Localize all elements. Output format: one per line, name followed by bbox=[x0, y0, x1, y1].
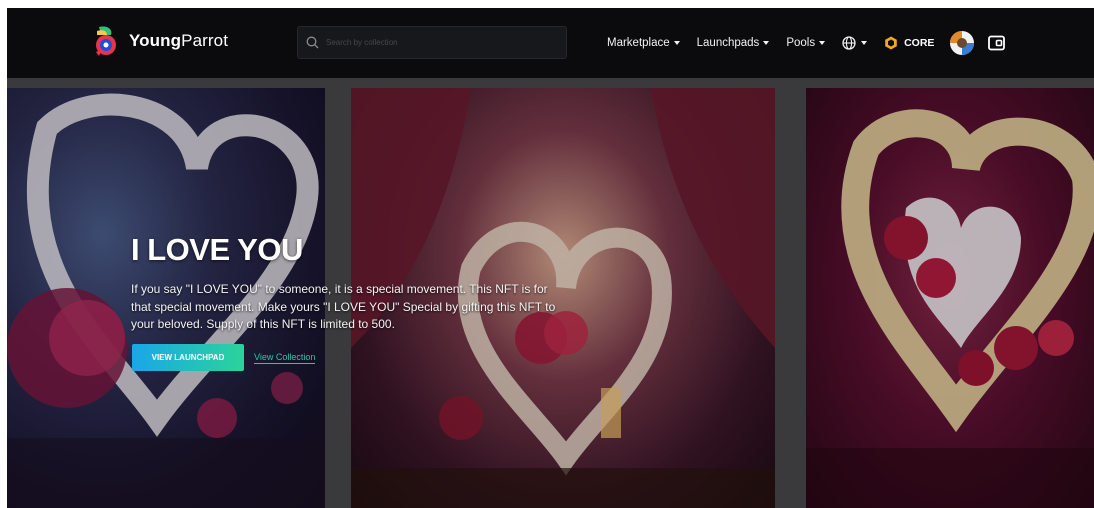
chevron-down-icon bbox=[819, 41, 826, 45]
brand-name-bold: Young bbox=[129, 31, 182, 50]
chain-selector[interactable]: CORE bbox=[884, 36, 934, 50]
nav-menu: Marketplace Launchpads Pools CORE bbox=[607, 8, 1006, 78]
nav-marketplace-label: Marketplace bbox=[607, 37, 670, 49]
avatar-icon bbox=[950, 31, 975, 55]
banner-card-right[interactable] bbox=[806, 88, 1094, 508]
nav-launchpads[interactable]: Launchpads bbox=[697, 37, 770, 49]
wallet-icon bbox=[988, 35, 1006, 51]
parrot-logo-icon bbox=[96, 26, 116, 56]
nav-marketplace[interactable]: Marketplace bbox=[607, 37, 680, 49]
hero-title: I LOVE YOU bbox=[131, 232, 303, 267]
chevron-down-icon bbox=[673, 41, 680, 45]
language-selector[interactable] bbox=[842, 36, 868, 50]
core-chain-icon bbox=[885, 36, 897, 50]
nav-pools-label: Pools bbox=[786, 37, 816, 49]
globe-icon bbox=[842, 36, 856, 50]
search-input[interactable] bbox=[324, 37, 528, 48]
hero-description: If you say "I LOVE YOU" to someone, it i… bbox=[131, 282, 556, 331]
nav-pools[interactable]: Pools bbox=[786, 37, 826, 49]
wallet-button[interactable] bbox=[988, 35, 1006, 51]
top-navbar: YoungParrot Marketplace Launchpads Pools bbox=[7, 8, 1094, 78]
banner-dim-overlay bbox=[806, 88, 1094, 508]
app-frame: I LOVE YOU If you say "I LOVE YOU" to so… bbox=[7, 8, 1094, 508]
nav-launchpads-label: Launchpads bbox=[696, 37, 760, 49]
brand-name-rest: Parrot bbox=[181, 31, 229, 50]
chain-label: CORE bbox=[904, 37, 935, 49]
view-collection-link[interactable]: View Collection bbox=[254, 352, 316, 364]
chevron-down-icon bbox=[763, 41, 770, 45]
search-icon bbox=[306, 36, 319, 49]
chevron-down-icon bbox=[861, 41, 868, 45]
search-bar[interactable] bbox=[297, 26, 567, 59]
brand-name: YoungParrot bbox=[129, 31, 228, 51]
user-avatar[interactable] bbox=[950, 31, 975, 55]
brand-logo[interactable]: YoungParrot bbox=[93, 25, 228, 57]
view-launchpad-button[interactable]: VIEW LAUNCHPAD bbox=[132, 344, 244, 371]
